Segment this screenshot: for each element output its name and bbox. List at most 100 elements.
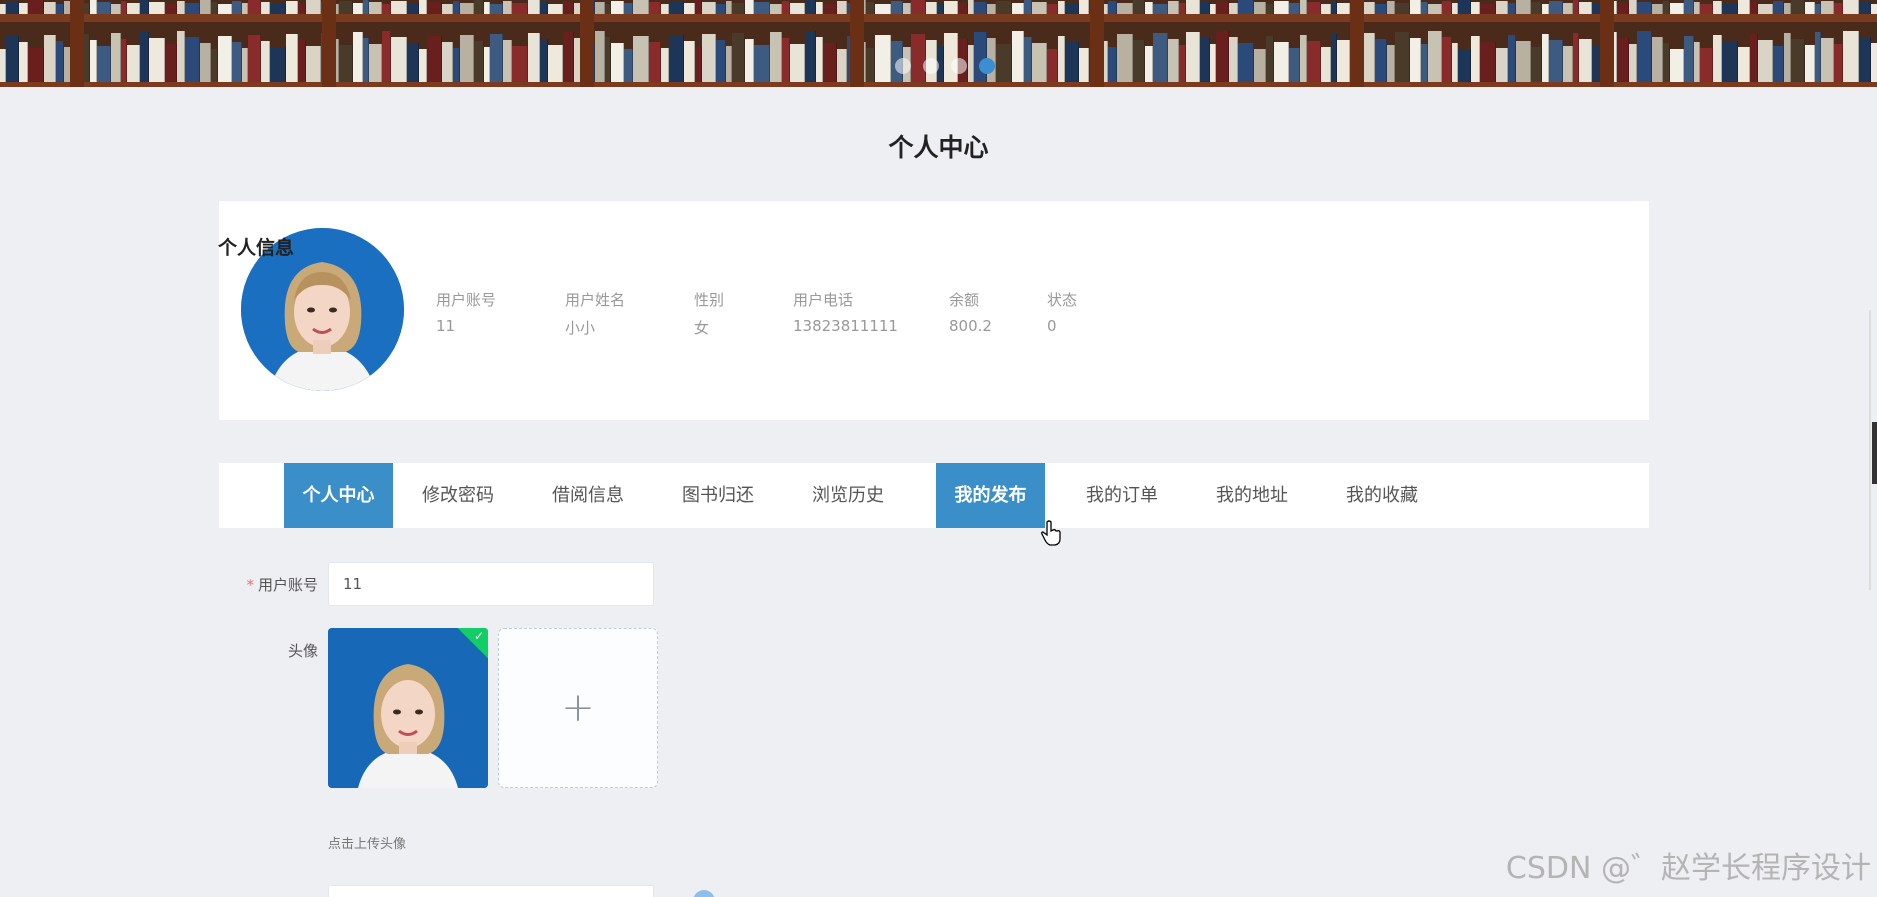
tab-change-password[interactable]: 修改密码	[393, 463, 523, 528]
shelf-post	[322, 0, 336, 87]
book-spine	[1153, 4, 1168, 14]
book-spine	[165, 44, 177, 87]
book-spine	[633, 36, 649, 87]
book-spine	[232, 1, 242, 14]
book-spine	[633, 0, 649, 14]
avatar-upload-button[interactable]: +	[498, 628, 658, 788]
book-spine	[353, 3, 363, 14]
carousel-dot-active[interactable]	[979, 58, 995, 74]
book-spine	[218, 4, 232, 14]
book-spine	[97, 46, 111, 87]
book-spine	[353, 32, 363, 87]
next-form-control[interactable]	[693, 890, 715, 897]
book-spine	[306, 0, 321, 14]
book-spine	[44, 2, 56, 14]
account-input[interactable]: 11	[328, 562, 654, 606]
book-spine	[974, 2, 987, 14]
book-spine	[669, 1, 684, 14]
book-spine	[563, 1, 574, 14]
book-spine	[339, 45, 353, 87]
book-spine	[177, 1, 185, 14]
tab-my-orders[interactable]: 我的订单	[1057, 463, 1187, 528]
book-spine	[816, 37, 823, 87]
book-spine	[911, 0, 926, 14]
book-spine	[1670, 3, 1684, 14]
book-spine	[1713, 1, 1722, 14]
next-form-input[interactable]	[328, 885, 654, 897]
book-spine	[427, 36, 442, 87]
book-spine	[185, 3, 200, 14]
book-spine	[248, 35, 261, 87]
field-label: 余额	[949, 291, 980, 309]
book-spine	[1133, 40, 1145, 87]
scrollbar-thumb[interactable]	[1872, 422, 1877, 484]
book-spine	[649, 2, 661, 14]
book-spine	[503, 40, 512, 87]
book-spine	[211, 2, 218, 14]
field-value: 女	[694, 319, 710, 337]
avatar-thumbnail[interactable]: ✓	[328, 628, 488, 788]
book-spine	[805, 31, 816, 87]
shelf-post	[1090, 0, 1104, 87]
book-spine	[1531, 47, 1542, 87]
book-spine	[732, 33, 745, 87]
book-spine	[745, 39, 754, 87]
book-spine	[1337, 40, 1350, 87]
book-spine	[1133, 0, 1145, 14]
book-spine	[611, 43, 624, 87]
tab-book-return[interactable]: 图书归还	[653, 463, 783, 528]
book-spine	[528, 33, 540, 87]
field-label: 性别	[694, 291, 725, 309]
book-spine	[1047, 4, 1058, 14]
tab-my-favorites[interactable]: 我的收藏	[1317, 463, 1447, 528]
book-spine	[1750, 34, 1758, 87]
book-spine	[695, 0, 702, 14]
book-spine	[1200, 2, 1210, 14]
book-spine	[286, 1, 298, 14]
book-spine	[702, 2, 716, 14]
book-spine	[823, 43, 837, 87]
tab-browse-history[interactable]: 浏览历史	[783, 463, 913, 528]
book-spine	[996, 44, 1012, 87]
book-spine	[339, 1, 353, 14]
profile-tabs: 个人中心 修改密码 借阅信息 图书归还 浏览历史 我的发布 我的订单 我的地址 …	[219, 463, 1649, 528]
field-value: 800.2	[949, 317, 992, 335]
book-spine	[460, 3, 474, 14]
book-spine	[1153, 33, 1168, 87]
book-spine	[286, 34, 298, 87]
carousel-dot[interactable]	[951, 58, 967, 74]
book-spine	[1058, 36, 1065, 87]
book-spine	[1395, 3, 1410, 14]
book-spine	[1471, 36, 1480, 87]
book-spine	[1079, 0, 1089, 14]
carousel-dot[interactable]	[923, 58, 939, 74]
scrollbar-track[interactable]	[1869, 310, 1871, 590]
book-spine	[1337, 3, 1350, 14]
tab-personal-center[interactable]: 个人中心	[284, 463, 393, 528]
tab-my-address[interactable]: 我的地址	[1187, 463, 1317, 528]
book-spine	[90, 40, 97, 87]
tab-my-posts[interactable]: 我的发布	[936, 463, 1045, 528]
book-spine	[1738, 47, 1750, 87]
carousel-dot[interactable]	[895, 58, 911, 74]
book-spine	[540, 2, 548, 14]
field-label: 用户账号	[436, 291, 497, 309]
book-spine	[512, 3, 528, 14]
book-spine	[503, 1, 512, 14]
hand-cursor-icon	[1041, 520, 1061, 546]
book-spine	[595, 2, 605, 14]
book-spine	[1168, 1, 1179, 14]
shelf-post	[70, 0, 84, 87]
shelf-post	[850, 0, 864, 87]
tab-borrow-info[interactable]: 借阅信息	[523, 463, 653, 528]
book-spine	[28, 0, 44, 14]
book-spine	[56, 41, 64, 87]
book-spine	[1629, 0, 1637, 14]
book-spine	[200, 0, 211, 14]
book-spine	[1065, 42, 1079, 87]
book-spine	[1238, 43, 1254, 87]
book-spine	[1421, 44, 1428, 87]
book-spine	[200, 43, 211, 87]
book-spine	[669, 35, 684, 87]
book-spine	[19, 3, 28, 14]
